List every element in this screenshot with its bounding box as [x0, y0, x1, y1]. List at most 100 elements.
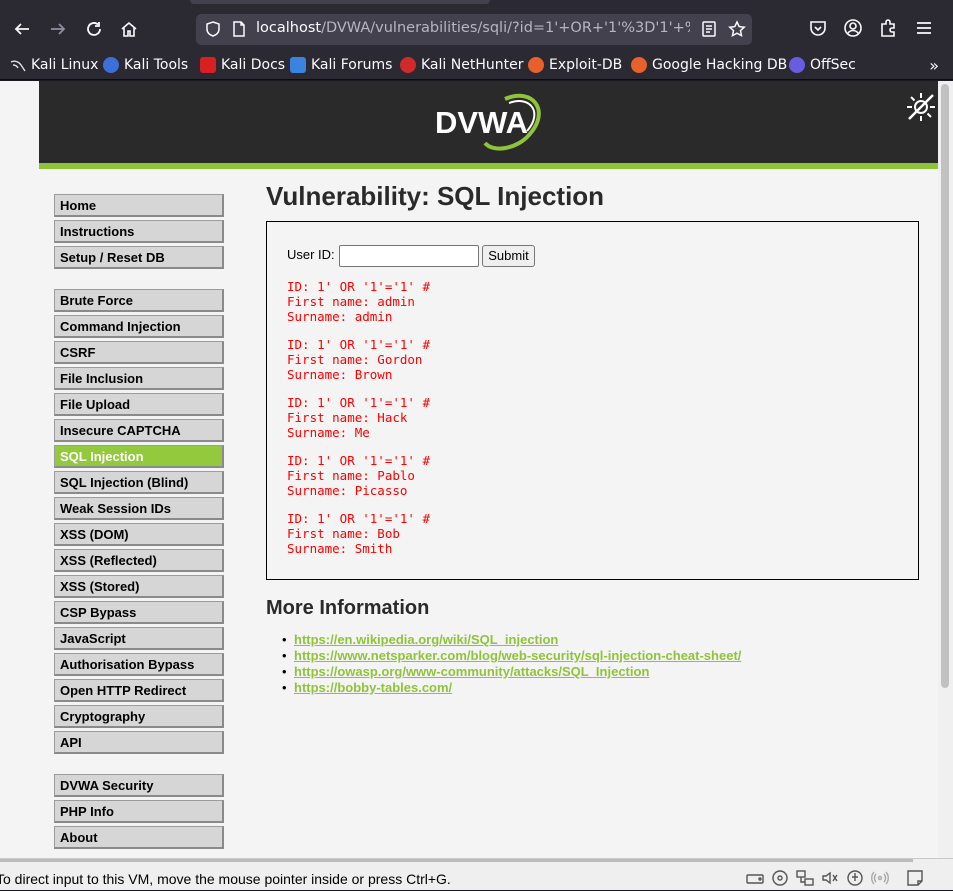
list-item: • https://en.wikipedia.org/wiki/SQL_injec…	[282, 632, 558, 648]
menu-item-file-inclusion[interactable]: File Inclusion	[54, 367, 224, 390]
horizontal-scrollbar[interactable]	[0, 859, 913, 862]
menu-item-php-info[interactable]: PHP Info	[54, 800, 224, 823]
link-netsparker[interactable]: https://www.netsparker.com/blog/web-secu…	[294, 648, 741, 663]
menu-item-authorisation-bypass[interactable]: Authorisation Bypass	[54, 653, 224, 676]
more-information-heading: More Information	[266, 597, 430, 619]
query-result: ID: 1' OR '1'='1' # First name: Hack Surna…	[287, 395, 430, 440]
shield-icon[interactable]	[204, 20, 222, 38]
menu-item-xss-reflected[interactable]: XSS (Reflected)	[54, 549, 224, 572]
logo-text: DVWA	[435, 105, 528, 140]
menu-item-open-http-redirect[interactable]: Open HTTP Redirect	[54, 679, 224, 702]
menu-item-dvwa-security[interactable]: DVWA Security	[54, 774, 224, 797]
kali-tools-icon	[103, 57, 119, 73]
notes-icon[interactable]	[906, 869, 924, 887]
link-wikipedia[interactable]: https://en.wikipedia.org/wiki/SQL_inject…	[294, 632, 558, 647]
menu-item-sql-injection[interactable]: SQL Injection	[54, 445, 224, 468]
menu-item-cryptography[interactable]: Cryptography	[54, 705, 224, 728]
page-margin	[0, 81, 39, 858]
page-title: Vulnerability: SQL Injection	[266, 181, 605, 211]
user-id-input[interactable]	[339, 245, 479, 267]
address-bar[interactable]: localhost/DVWA/vulnerabilities/sqli/?id=…	[196, 14, 752, 45]
menu-item-setup[interactable]: Setup / Reset DB	[54, 246, 224, 269]
bookmark-label: Kali NetHunter	[421, 57, 524, 73]
menu-item-api[interactable]: API	[54, 731, 224, 754]
home-icon[interactable]	[116, 16, 142, 42]
extensions-icon[interactable]	[878, 18, 900, 40]
bookmark-star-icon[interactable]	[728, 20, 746, 38]
menu-item-xss-stored[interactable]: XSS (Stored)	[54, 575, 224, 598]
result-first-name: First name: Pablo	[287, 468, 415, 483]
bookmark-kali-nethunter[interactable]: Kali NetHunter	[400, 55, 523, 75]
kali-forums-icon	[290, 57, 306, 73]
query-result: ID: 1' OR '1'='1' # First name: Bob Surnam…	[287, 511, 430, 556]
usb-icon[interactable]	[846, 869, 864, 887]
back-arrow-icon[interactable]	[9, 16, 35, 42]
menu-item-sql-injection-blind[interactable]: SQL Injection (Blind)	[54, 471, 224, 494]
sound-icon[interactable]	[821, 869, 839, 887]
result-surname: Surname: Me	[287, 425, 370, 440]
result-id: ID: 1' OR '1'='1' #	[287, 395, 430, 410]
menu-item-insecure-captcha[interactable]: Insecure CAPTCHA	[54, 419, 224, 442]
hard-disk-icon[interactable]	[746, 869, 764, 887]
vm-status-bar: To direct input to this VM, move the mou…	[0, 858, 953, 890]
menu-item-csp-bypass[interactable]: CSP Bypass	[54, 601, 224, 624]
ghdb-icon	[631, 57, 647, 73]
result-id: ID: 1' OR '1'='1' #	[287, 511, 430, 526]
dvwa-logo: DVWA	[435, 93, 541, 151]
bookmark-ghdb[interactable]: Google Hacking DB	[631, 55, 787, 75]
url-text[interactable]: localhost/DVWA/vulnerabilities/sqli/?id=…	[256, 20, 690, 40]
result-first-name: First name: Bob	[287, 526, 400, 541]
network-icon[interactable]	[796, 869, 814, 887]
exploit-db-icon	[528, 57, 544, 73]
bookmark-kali-tools[interactable]: Kali Tools	[103, 55, 188, 75]
scrollbar-thumb[interactable]	[941, 84, 949, 688]
wireless-icon[interactable]	[871, 869, 889, 887]
link-owasp[interactable]: https://owasp.org/www-community/attacks/…	[294, 664, 649, 679]
menu-item-home[interactable]: Home	[54, 194, 224, 217]
result-first-name: First name: Gordon	[287, 352, 423, 367]
bookmark-kali-docs[interactable]: Kali Docs	[200, 55, 285, 75]
reload-icon[interactable]	[81, 16, 107, 42]
bookmark-label: Kali Tools	[124, 57, 189, 73]
dvwa-header: DVWA	[39, 81, 938, 163]
optical-drive-icon[interactable]	[771, 869, 789, 887]
theme-toggle-icon[interactable]	[905, 91, 937, 123]
menu-item-file-upload[interactable]: File Upload	[54, 393, 224, 416]
bullet-icon: •	[282, 680, 287, 695]
menu-item-brute-force[interactable]: Brute Force	[54, 289, 224, 312]
list-item: • https://owasp.org/www-community/attacks…	[282, 664, 649, 680]
result-id: ID: 1' OR '1'='1' #	[287, 453, 430, 468]
pocket-icon[interactable]	[808, 18, 830, 40]
submit-button[interactable]: Submit	[482, 245, 535, 267]
result-surname: Surname: Picasso	[287, 483, 408, 498]
bookmark-kali-forums[interactable]: Kali Forums	[290, 55, 392, 75]
page-info-icon[interactable]	[230, 20, 248, 38]
bookmark-label: Kali Linux	[31, 57, 99, 73]
reader-view-icon[interactable]	[700, 20, 718, 38]
link-bobby-tables[interactable]: https://bobby-tables.com/	[294, 680, 452, 695]
vulnerable-code-area: User ID: Submit ID: 1' OR '1'='1' # First…	[266, 221, 919, 580]
bookmark-offsec[interactable]: OffSec	[789, 55, 856, 75]
menu-item-about[interactable]: About	[54, 826, 224, 849]
menu-item-xss-dom[interactable]: XSS (DOM)	[54, 523, 224, 546]
forward-arrow-icon[interactable]	[45, 16, 71, 42]
active-tab-edge[interactable]	[190, 0, 490, 4]
menu-item-weak-session-ids[interactable]: Weak Session IDs	[54, 497, 224, 520]
menu-item-instructions[interactable]: Instructions	[54, 220, 224, 243]
chevron-right-double-icon[interactable]: »	[929, 56, 939, 75]
menu-item-csrf[interactable]: CSRF	[54, 341, 224, 364]
url-path: /DVWA/vulnerabilities/sqli/?id=1'+OR+'1'…	[321, 20, 690, 36]
vm-status-text: To direct input to this VM, move the mou…	[0, 871, 451, 887]
account-icon[interactable]	[843, 18, 865, 40]
menu-item-javascript[interactable]: JavaScript	[54, 627, 224, 650]
bookmark-label: Kali Forums	[311, 57, 393, 73]
bullet-icon: •	[282, 632, 287, 647]
app-menu-icon[interactable]	[914, 18, 936, 40]
nethunter-icon	[400, 57, 416, 73]
bookmark-exploit-db[interactable]: Exploit-DB	[528, 55, 622, 75]
query-result: ID: 1' OR '1'='1' # First name: Pablo Surn…	[287, 453, 430, 498]
result-surname: Surname: admin	[287, 309, 393, 324]
result-surname: Surname: Smith	[287, 541, 393, 556]
bookmark-kali-linux[interactable]: Kali Linux	[10, 55, 98, 75]
menu-item-command-injection[interactable]: Command Injection	[54, 315, 224, 338]
